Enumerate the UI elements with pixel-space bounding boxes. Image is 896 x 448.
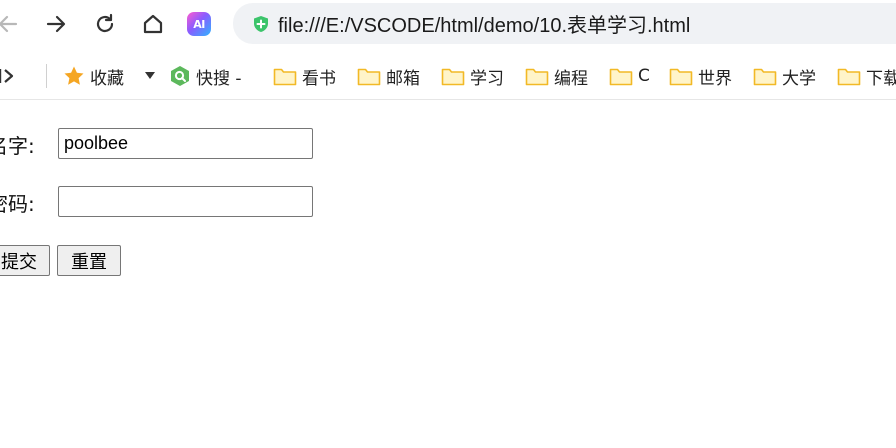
kuaisou-icon [169,65,191,87]
bookmark-favorites-label: 收藏 [90,68,124,89]
bookmark-folder-label: 看书 [302,68,336,89]
bookmark-folder-6[interactable]: 大学 [753,62,816,90]
reset-button[interactable]: 重置 [57,245,121,276]
folder-icon [357,66,381,86]
url-text[interactable]: file:///E:/VSCODE/html/demo/10.表单学习.html [278,9,690,38]
sidebar-toggle-icon[interactable] [0,65,18,87]
folder-icon [441,66,465,86]
bookmark-folder-label: 世界 [698,68,732,89]
bookmark-folder-label: 下载 [866,68,896,89]
password-input[interactable] [58,186,313,217]
bookmark-folder-3[interactable]: 编程 [525,62,588,90]
browser-window: AI file:///E:/VSCODE/html/demo/10.表单学习.h… [0,0,896,448]
browser-toolbar: AI file:///E:/VSCODE/html/demo/10.表单学习.h… [0,0,896,48]
star-icon [63,65,85,87]
bookmark-folder-label: 大学 [782,68,816,89]
forward-icon[interactable] [40,8,72,40]
folder-icon [837,66,861,86]
bookmark-folder-1[interactable]: 邮箱 [357,62,420,90]
page-content: 名字: 密码: 提交 重置 [0,100,896,448]
ai-icon[interactable]: AI [183,8,215,40]
name-input[interactable] [58,128,313,159]
bookmark-kuaisou-label: 快搜 - [196,68,242,89]
bookmark-kuaisou[interactable]: 快搜 - [169,62,242,90]
folder-icon [669,66,693,86]
ai-badge-label: AI [187,12,211,36]
bookmark-folder-label: 编程 [554,68,588,89]
submit-button[interactable]: 提交 [0,245,50,276]
bookmark-folder-0[interactable]: 看书 [273,62,336,90]
bookmark-folder-label: 学习 [470,68,504,89]
secure-icon[interactable] [252,15,270,33]
address-bar[interactable]: file:///E:/VSCODE/html/demo/10.表单学习.html [233,3,896,44]
bookmark-folder-label: C [638,66,650,86]
bookmark-folder-2[interactable]: 学习 [441,62,504,90]
bookmark-folder-label: 邮箱 [386,68,420,89]
reload-icon[interactable] [89,8,121,40]
back-icon[interactable] [0,8,24,40]
folder-icon [609,66,633,86]
home-icon[interactable] [137,8,169,40]
bookmark-folder-4[interactable]: C [609,62,650,90]
bookmarks-bar: 收藏 快搜 - 看书 邮箱 学习 编程 C 世界 大学 下载 [0,53,896,100]
chevron-down-icon[interactable] [145,72,155,79]
bookmark-folder-5[interactable]: 世界 [669,62,732,90]
name-label: 名字: [0,134,35,158]
password-label: 密码: [0,192,35,216]
bookmarks-divider [46,64,47,88]
folder-icon [525,66,549,86]
folder-icon [273,66,297,86]
bookmark-folder-7[interactable]: 下载 [837,62,896,90]
bookmark-favorites[interactable]: 收藏 [63,62,124,90]
folder-icon [753,66,777,86]
